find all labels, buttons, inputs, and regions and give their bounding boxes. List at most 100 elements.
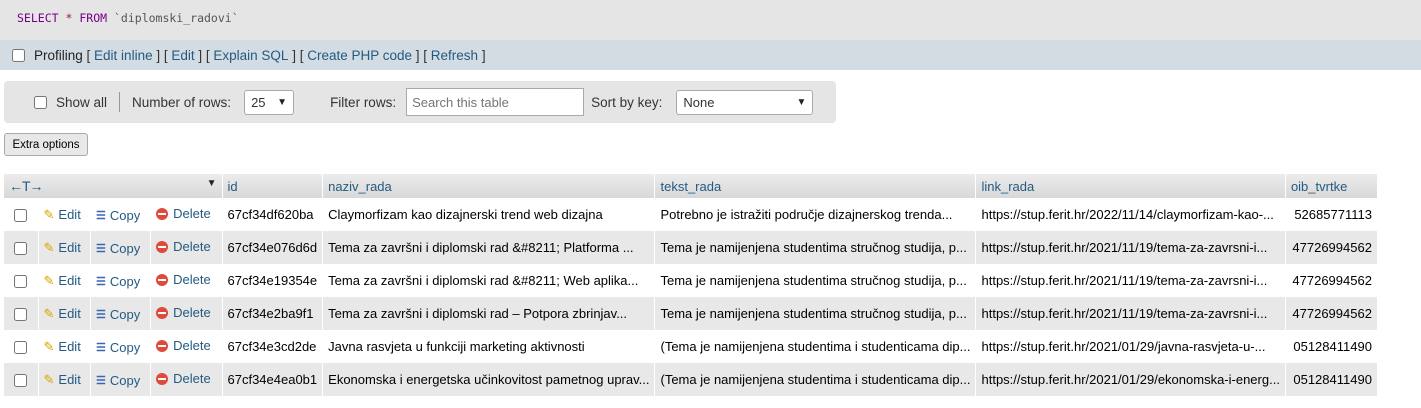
cell-naziv-rada: Ekonomska i energetska učinkovitost pame…: [322, 363, 656, 396]
table-row[interactable]: ✎ Edit ☰ Copy Delete 67cf34df620ba Claymor…: [4, 198, 1378, 231]
chevron-down-icon: ▼: [796, 96, 807, 108]
copy-cell: ☰ Copy: [90, 330, 152, 363]
edit-label: Edit: [58, 240, 81, 255]
table-row[interactable]: ✎ Edit ☰ Copy Delete 67cf34e19354e Tema za…: [4, 264, 1378, 297]
number-of-rows-label: Number of rows:: [132, 94, 232, 110]
delete-cell: Delete: [150, 363, 223, 396]
row-checkbox[interactable]: [14, 209, 28, 223]
pencil-icon: ✎: [43, 272, 55, 288]
edit-cell: ✎ Edit: [38, 297, 92, 330]
edit-label: Edit: [58, 306, 81, 321]
explain-sql-link[interactable]: Explain SQL: [213, 48, 288, 63]
copy-row-button[interactable]: ☰ Copy: [96, 208, 140, 223]
delete-icon: [156, 207, 169, 220]
delete-label: Delete: [173, 239, 211, 255]
table-row[interactable]: ✎ Edit ☰ Copy Delete 67cf34e4ea0b1 Ekonoms…: [4, 363, 1378, 396]
row-checkbox[interactable]: [14, 308, 28, 322]
delete-row-button[interactable]: Delete: [156, 338, 211, 353]
copy-row-button[interactable]: ☰ Copy: [96, 274, 140, 289]
row-checkbox[interactable]: [14, 275, 28, 289]
cell-link-rada: https://stup.ferit.hr/2022/11/14/claymor…: [975, 198, 1286, 231]
cell-oib-tvrtke: 52685771113: [1285, 198, 1378, 231]
cell-tekst-rada: Potrebno je istražiti područje dizajners…: [654, 198, 977, 231]
cell-naziv-rada: Javna rasvjeta u funkciji marketing akti…: [322, 330, 656, 363]
pencil-icon: ✎: [43, 239, 55, 255]
sql-query-box: SELECT * FROM `diplomski_radovi`: [0, 0, 1421, 40]
show-all-label[interactable]: Show all: [56, 95, 107, 110]
edit-row-button[interactable]: ✎ Edit: [44, 372, 81, 388]
show-all-checkbox[interactable]: [34, 95, 47, 109]
edit-label: Edit: [58, 273, 81, 288]
edit-row-button[interactable]: ✎ Edit: [44, 273, 81, 289]
edit-row-button[interactable]: ✎ Edit: [44, 240, 81, 256]
delete-row-button[interactable]: Delete: [156, 272, 211, 287]
sort-indicator-icon[interactable]: ▼: [207, 178, 217, 189]
delete-icon: [156, 372, 169, 385]
cell-oib-tvrtke: 05128411490: [1285, 363, 1378, 396]
row-checkbox[interactable]: [14, 341, 28, 355]
cell-naziv-rada: Tema za završni i diplomski rad &#8211; …: [322, 231, 656, 264]
delete-row-button[interactable]: Delete: [156, 206, 211, 221]
delete-cell: Delete: [150, 231, 223, 264]
delete-cell: Delete: [150, 264, 223, 297]
edit-link[interactable]: Edit: [171, 48, 194, 63]
delete-row-button[interactable]: Delete: [156, 371, 211, 386]
edit-cell: ✎ Edit: [38, 330, 92, 363]
copy-label: Copy: [109, 339, 141, 355]
extra-options-button[interactable]: Extra options: [4, 133, 88, 156]
column-header-link-rada[interactable]: link_rada: [975, 174, 1286, 198]
filter-rows-input[interactable]: [406, 88, 585, 116]
column-header-tekst-rada[interactable]: tekst_rada: [654, 174, 977, 198]
number-of-rows-value: 25: [251, 94, 266, 110]
copy-row-button[interactable]: ☰ Copy: [96, 307, 140, 322]
cell-tekst-rada: Tema je namijenjena studentima stručnog …: [654, 297, 977, 330]
copy-row-button[interactable]: ☰ Copy: [96, 340, 140, 355]
sql-query[interactable]: SELECT * FROM `diplomski_radovi`: [17, 11, 239, 25]
copy-label: Copy: [109, 207, 141, 223]
cell-link-rada: https://stup.ferit.hr/2021/11/19/tema-za…: [975, 264, 1286, 297]
column-header-oib-tvrtke[interactable]: oib_tvrtke: [1285, 174, 1378, 198]
delete-row-button[interactable]: Delete: [156, 239, 211, 254]
column-header-naziv-rada[interactable]: naziv_rada: [322, 174, 656, 198]
create-php-code-link[interactable]: Create PHP code: [307, 48, 412, 63]
copy-label: Copy: [109, 372, 141, 388]
edit-cell: ✎ Edit: [38, 264, 92, 297]
delete-cell: Delete: [150, 330, 223, 363]
cell-tekst-rada: Tema je namijenjena studentima stručnog …: [654, 231, 977, 264]
edit-row-button[interactable]: ✎ Edit: [44, 306, 81, 322]
delete-row-button[interactable]: Delete: [156, 305, 211, 320]
delete-cell: Delete: [150, 297, 223, 330]
table-row[interactable]: ✎ Edit ☰ Copy Delete 67cf34e2ba9f1 Tema za…: [4, 297, 1378, 330]
row-checkbox[interactable]: [14, 374, 28, 388]
copy-icon: ☰: [96, 209, 106, 222]
copy-row-button[interactable]: ☰ Copy: [96, 241, 140, 256]
edit-label: Edit: [58, 207, 81, 222]
column-header-id[interactable]: id: [222, 174, 324, 198]
cell-tekst-rada: (Tema je namijenjena studentima i studen…: [654, 363, 977, 396]
copy-icon: ☰: [96, 275, 106, 288]
sort-by-key-select[interactable]: None ▼: [676, 89, 814, 115]
copy-row-button[interactable]: ☰ Copy: [96, 373, 140, 388]
chevron-down-icon: ▼: [277, 96, 288, 108]
delete-icon: [156, 339, 169, 352]
table-row[interactable]: ✎ Edit ☰ Copy Delete 67cf34e3cd2de Javna r…: [4, 330, 1378, 363]
number-of-rows-select[interactable]: 25 ▼: [244, 89, 295, 115]
edit-inline-link[interactable]: Edit inline: [94, 48, 153, 63]
table-row[interactable]: ✎ Edit ☰ Copy Delete 67cf34e076d6d Tema za…: [4, 231, 1378, 264]
copy-label: Copy: [109, 306, 141, 322]
column-resize-arrows-icon[interactable]: ←T→: [9, 178, 44, 194]
edit-row-button[interactable]: ✎ Edit: [44, 339, 81, 355]
delete-label: Delete: [173, 272, 211, 288]
profiling-checkbox[interactable]: [12, 48, 25, 62]
edit-cell: ✎ Edit: [38, 231, 92, 264]
delete-label: Delete: [173, 338, 211, 354]
cell-id: 67cf34e19354e: [222, 264, 324, 297]
results-table: ←T→ ▼ id naziv_rada tekst_rada link_rada…: [4, 174, 1378, 396]
cell-link-rada: https://stup.ferit.hr/2021/11/19/tema-za…: [975, 297, 1286, 330]
edit-row-button[interactable]: ✎ Edit: [44, 207, 81, 223]
row-checkbox[interactable]: [14, 242, 28, 256]
refresh-link[interactable]: Refresh: [431, 48, 478, 63]
column-toggle-header: ←T→ ▼: [4, 174, 223, 198]
cell-link-rada: https://stup.ferit.hr/2021/01/29/javna-r…: [975, 330, 1286, 363]
cell-tekst-rada: Tema je namijenjena studentima stručnog …: [654, 264, 977, 297]
